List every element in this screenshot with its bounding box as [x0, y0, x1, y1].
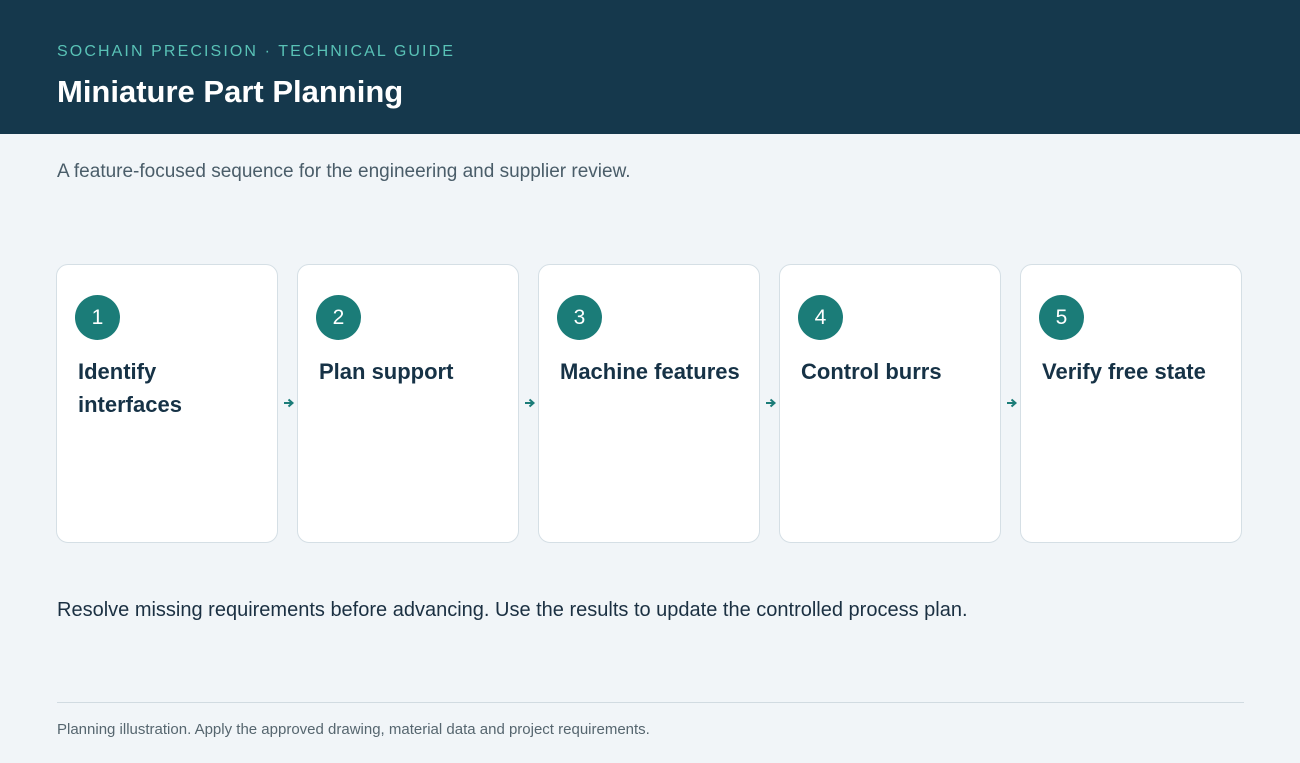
arrow-right-icon: [523, 394, 537, 412]
process-note: Resolve missing requirements before adva…: [57, 599, 968, 621]
step-card-3: 3 Machine features: [538, 264, 760, 543]
step-label: Identify interfaces: [78, 359, 182, 417]
step-number-badge: 1: [75, 295, 120, 340]
step-label: Plan support: [319, 359, 454, 384]
step-number-badge: 3: [557, 295, 602, 340]
step-number-badge: 5: [1039, 295, 1084, 340]
arrow-right-icon: [764, 394, 778, 412]
arrow-right-icon: [1005, 394, 1019, 412]
page-title: Miniature Part Planning: [57, 74, 404, 109]
step-number-badge: 2: [316, 295, 361, 340]
page-subtitle: A feature-focused sequence for the engin…: [57, 161, 631, 182]
step-label: Control burrs: [801, 359, 942, 384]
step-card-1: 1 Identify interfaces: [56, 264, 278, 543]
header-eyebrow: SOCHAIN PRECISION · TECHNICAL GUIDE: [57, 43, 455, 60]
footer-disclaimer: Planning illustration. Apply the approve…: [57, 721, 650, 738]
step-label: Machine features: [560, 359, 740, 384]
step-number-badge: 4: [798, 295, 843, 340]
footer-divider: [57, 702, 1244, 703]
step-card-4: 4 Control burrs: [779, 264, 1001, 543]
arrow-right-icon: [282, 394, 296, 412]
page-header: SOCHAIN PRECISION · TECHNICAL GUIDE Mini…: [0, 0, 1300, 134]
step-card-5: 5 Verify free state: [1020, 264, 1242, 543]
step-label: Verify free state: [1042, 359, 1206, 384]
step-card-2: 2 Plan support: [297, 264, 519, 543]
